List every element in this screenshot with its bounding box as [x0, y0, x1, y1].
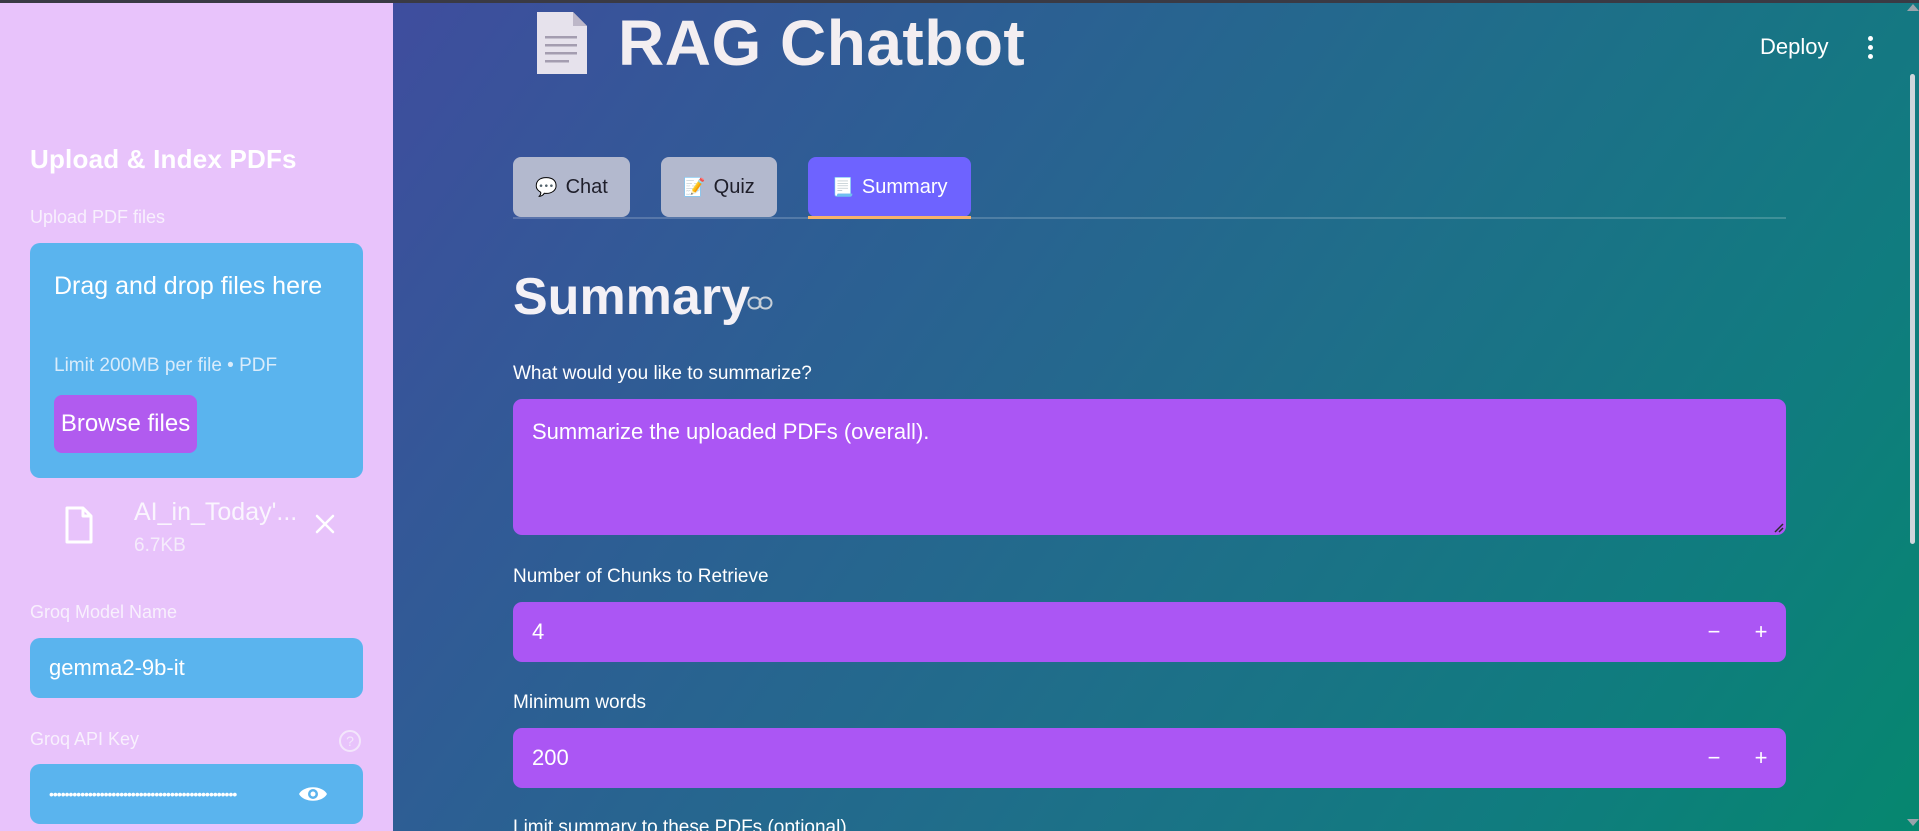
chat-icon: 💬 — [535, 176, 558, 197]
link-icon[interactable] — [747, 296, 773, 310]
tab-divider — [513, 217, 1786, 219]
window-top-border — [0, 0, 1919, 3]
model-name-input[interactable]: gemma2-9b-it — [30, 638, 363, 698]
tab-summary[interactable]: 📃 Summary — [808, 157, 971, 217]
file-dropzone[interactable]: Drag and drop files here Limit 200MB per… — [30, 243, 363, 478]
more-menu-icon[interactable] — [1867, 36, 1875, 60]
browse-files-button[interactable]: Browse files — [54, 395, 197, 453]
api-key-value: ••••••••••••••••••••••••••••••••••••••••… — [49, 786, 237, 802]
uploaded-file-row: AI_in_Today'... 6.7KB — [30, 493, 363, 563]
section-title: Summary — [513, 268, 750, 326]
upload-label: Upload PDF files — [30, 207, 166, 227]
chunks-value: 4 — [532, 619, 545, 644]
help-icon[interactable]: ? — [339, 730, 361, 752]
scroll-down-arrow-icon[interactable] — [1907, 819, 1919, 826]
api-key-label: Groq API Key — [30, 729, 140, 749]
tab-quiz[interactable]: 📝 Quiz — [661, 157, 777, 217]
limit-pdfs-label: Limit summary to these PDFs (optional) — [513, 817, 847, 831]
resize-handle-icon[interactable] — [1772, 521, 1784, 533]
min-words-number-input[interactable]: 200 − + — [513, 728, 1786, 788]
deploy-button[interactable]: Deploy — [1760, 34, 1828, 60]
min-words-decrement-button[interactable]: − — [1703, 747, 1725, 769]
sidebar-header: Upload & Index PDFs — [30, 144, 297, 174]
summary-prompt-textarea[interactable]: Summarize the uploaded PDFs (overall). — [513, 399, 1786, 535]
app-title: RAG Chatbot — [618, 7, 1026, 79]
dropzone-title: Drag and drop files here — [54, 272, 323, 300]
chunks-number-input[interactable]: 4 − + — [513, 602, 1786, 662]
remove-file-icon[interactable] — [312, 511, 338, 537]
file-icon — [65, 506, 93, 544]
tab-quiz-label: Quiz — [713, 175, 755, 198]
scrollbar-thumb[interactable] — [1910, 74, 1915, 544]
eye-icon[interactable] — [297, 782, 329, 806]
min-words-value: 200 — [532, 745, 569, 770]
min-words-label: Minimum words — [513, 692, 647, 713]
quiz-icon: 📝 — [683, 176, 706, 197]
tab-chat[interactable]: 💬 Chat — [513, 157, 630, 217]
chunks-label: Number of Chunks to Retrieve — [513, 566, 769, 587]
sidebar: Upload & Index PDFs Upload PDF files Dra… — [0, 0, 393, 831]
main-content: RAG Chatbot Deploy 💬 Chat 📝 Quiz 📃 Summa… — [393, 0, 1919, 831]
model-label: Groq Model Name — [30, 602, 178, 622]
document-icon — [537, 12, 587, 74]
summary-icon: 📃 — [831, 176, 854, 197]
scroll-up-arrow-icon[interactable] — [1907, 4, 1919, 11]
chunks-decrement-button[interactable]: − — [1703, 621, 1725, 643]
api-key-input[interactable]: ••••••••••••••••••••••••••••••••••••••••… — [30, 764, 363, 824]
summary-prompt-value: Summarize the uploaded PDFs (overall). — [532, 419, 930, 444]
file-size: 6.7KB — [134, 535, 186, 556]
tab-summary-label: Summary — [861, 175, 948, 198]
active-tab-indicator — [808, 216, 971, 219]
chunks-increment-button[interactable]: + — [1750, 621, 1772, 643]
dropzone-limit: Limit 200MB per file • PDF — [54, 355, 278, 376]
tab-chat-label: Chat — [565, 175, 608, 198]
min-words-increment-button[interactable]: + — [1750, 747, 1772, 769]
file-name: AI_in_Today'... — [134, 498, 298, 526]
summary-prompt-label: What would you like to summarize? — [513, 363, 812, 384]
